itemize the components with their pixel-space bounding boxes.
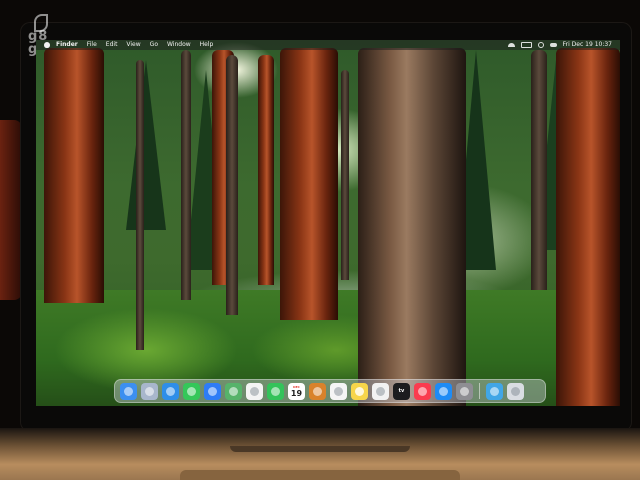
wallpaper-trunk <box>258 55 274 285</box>
dock: DEC 19 tv <box>114 379 546 403</box>
menu-file[interactable]: File <box>87 40 97 50</box>
wallpaper-trunk <box>44 48 104 303</box>
dock-separator <box>479 383 480 399</box>
mail-icon <box>208 386 217 396</box>
reminders-icon <box>334 386 343 396</box>
spotlight-search-icon[interactable] <box>537 42 544 48</box>
menu-bar-clock[interactable]: Fri Dec 19 10:37 <box>563 40 612 50</box>
dock-app-app-store[interactable] <box>435 382 452 400</box>
wallpaper-trunk <box>531 50 547 290</box>
dock-app-finder[interactable] <box>120 382 137 400</box>
notes-icon <box>355 386 364 396</box>
calendar-day: 19 <box>290 388 303 398</box>
menu-bar: Finder File Edit View Go Window Help Fri… <box>36 40 620 50</box>
contacts-icon <box>313 386 322 396</box>
app-store-icon <box>439 386 448 396</box>
menu-window[interactable]: Window <box>167 40 191 50</box>
dock-app-reminders[interactable] <box>330 382 347 400</box>
dock-app-trash[interactable] <box>507 382 524 400</box>
menu-edit[interactable]: Edit <box>106 40 118 50</box>
downloads-folder-icon <box>490 386 499 396</box>
dock-app-safari[interactable] <box>162 382 179 400</box>
dock-app-maps[interactable] <box>225 382 242 400</box>
ambient-red-glow <box>0 120 22 300</box>
dock-app-system-settings[interactable] <box>456 382 473 400</box>
dock-app-music[interactable] <box>414 382 431 400</box>
dock-app-messages[interactable] <box>183 382 200 400</box>
menu-view[interactable]: View <box>126 40 140 50</box>
apple-menu-icon[interactable] <box>44 42 50 48</box>
maps-icon <box>229 386 238 396</box>
wallpaper-tree <box>126 60 166 230</box>
dock-app-contacts[interactable] <box>309 382 326 400</box>
messages-icon <box>187 386 196 396</box>
menu-help[interactable]: Help <box>200 40 214 50</box>
photos-icon <box>250 386 259 396</box>
settings-icon <box>460 386 469 396</box>
wallpaper-trunk <box>556 48 620 406</box>
dock-app-mail[interactable] <box>204 382 221 400</box>
tv-label: tv <box>398 388 405 394</box>
wallpaper-trunk <box>136 60 144 350</box>
wallpaper-trunk <box>358 48 466 406</box>
dock-app-calendar[interactable]: DEC 19 <box>288 382 305 400</box>
menu-app-name[interactable]: Finder <box>56 40 78 50</box>
finder-icon <box>124 386 133 396</box>
dock-app-launchpad[interactable] <box>141 382 158 400</box>
control-center-icon[interactable] <box>549 43 557 47</box>
music-icon <box>418 386 427 396</box>
facetime-icon <box>271 386 280 396</box>
chassis-notch <box>230 446 410 452</box>
battery-icon[interactable] <box>520 42 532 48</box>
dock-app-facetime[interactable] <box>267 382 284 400</box>
dock-app-freeform[interactable] <box>372 382 389 400</box>
wallpaper-trunk <box>181 50 191 300</box>
safari-icon <box>166 386 175 396</box>
launchpad-icon <box>145 386 154 396</box>
screen: Finder File Edit View Go Window Help Fri… <box>36 40 620 406</box>
dock-app-tv[interactable]: tv <box>393 382 410 400</box>
wallpaper-trunk <box>341 70 349 280</box>
wallpaper-trunk <box>226 55 238 315</box>
trackpad <box>180 470 460 480</box>
dock-app-downloads[interactable] <box>486 382 503 400</box>
dock-app-notes[interactable] <box>351 382 368 400</box>
trash-icon <box>511 386 520 396</box>
dock-app-photos[interactable] <box>246 382 263 400</box>
menu-go[interactable]: Go <box>150 40 158 50</box>
freeform-icon <box>376 386 385 396</box>
wallpaper-trunk <box>280 48 338 320</box>
wifi-icon[interactable] <box>507 43 515 47</box>
